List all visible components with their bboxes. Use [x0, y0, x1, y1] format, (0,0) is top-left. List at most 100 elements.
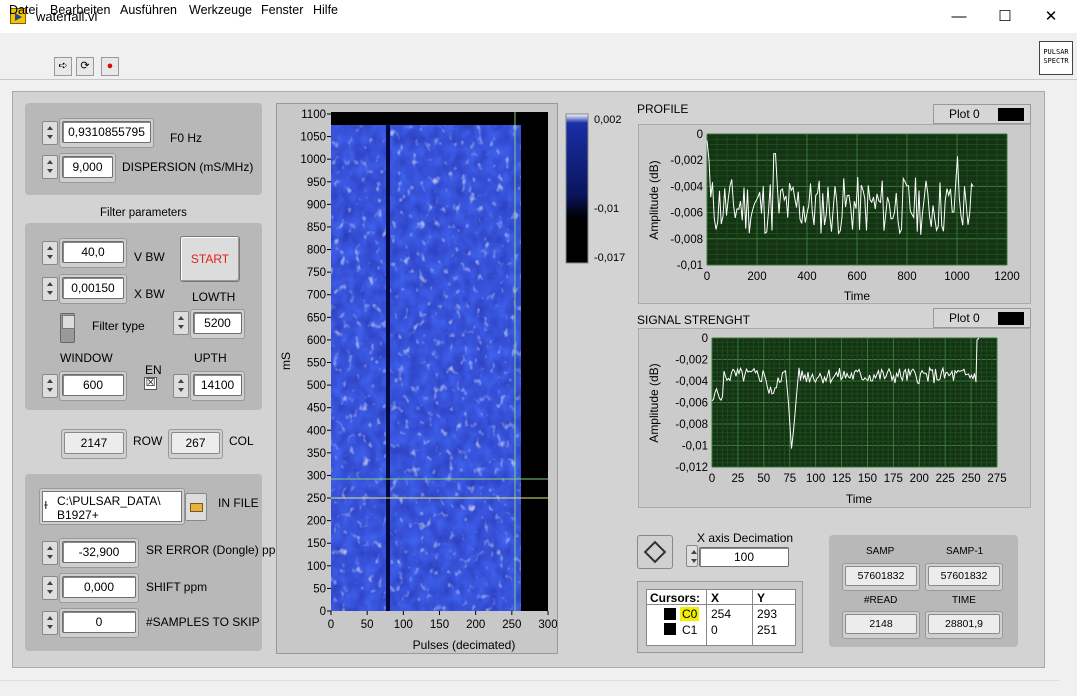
- waterfall-y-tick-label: 1050: [300, 132, 326, 144]
- read-label: #READ: [864, 595, 898, 606]
- cursor-c1-x: 0: [711, 623, 718, 637]
- sg-x-tick-label: 50: [757, 473, 770, 485]
- decimation-spinner[interactable]: [686, 545, 698, 567]
- filter-type-toggle[interactable]: [60, 313, 75, 343]
- waterfall-y-tick-label: 650: [307, 312, 326, 324]
- xbw-label: X BW: [134, 287, 165, 301]
- signal-title: SIGNAL STRENGHT: [637, 313, 750, 327]
- waterfall-y-tick-label: 850: [307, 222, 326, 234]
- waterfall-y-tick-label: 1000: [300, 154, 326, 166]
- en-checkbox[interactable]: ☒: [144, 377, 157, 390]
- sr-error-label: SR ERROR (Dongle) ppm: [146, 543, 286, 557]
- sg-x-tick-label: 125: [832, 473, 851, 485]
- pf-y-tick-label: -0,006: [670, 208, 703, 220]
- upth-spinner[interactable]: [173, 374, 189, 398]
- xbw-spinner[interactable]: [42, 277, 58, 301]
- waterfall-intensity-graph[interactable]: 1100105010009509008508007507006506005505…: [276, 103, 558, 654]
- profile-plot-legend[interactable]: Plot 0: [933, 104, 1031, 124]
- cursors-header: Cursors:: [650, 591, 701, 605]
- xbw-input[interactable]: 0,00150: [62, 277, 124, 299]
- waterfall-y-tick-label: 0: [320, 606, 326, 618]
- window-label: WINDOW: [60, 351, 113, 365]
- minimize-button[interactable]: —: [936, 0, 982, 33]
- menu-datei[interactable]: Datei: [9, 3, 38, 17]
- decimation-label: X axis Decimation: [697, 531, 794, 545]
- vbw-spinner[interactable]: [42, 241, 58, 265]
- signal-strength-chart[interactable]: 0-0,002-0,004-0,006-0,008-0,01-0,0120 25 5…: [638, 328, 1031, 508]
- sg-x-tick-label: 200: [910, 473, 929, 485]
- cursor-c0-y: 293: [757, 607, 778, 621]
- window-input[interactable]: 600: [62, 374, 124, 396]
- vbw-input[interactable]: 40,0: [62, 241, 124, 263]
- f0-input[interactable]: 0,9310855795: [62, 121, 151, 143]
- color-scale-ramp[interactable]: [565, 113, 589, 264]
- waterfall-y-tick-label: 250: [307, 493, 326, 505]
- sr-error-input[interactable]: -32,900: [62, 541, 136, 563]
- row-indicator: 2147: [64, 432, 124, 454]
- menu-werkzeuge[interactable]: Werkzeuge: [189, 3, 252, 17]
- plot-line-style-icon: [998, 108, 1024, 121]
- decimation-input[interactable]: 100: [699, 547, 789, 567]
- cursor-legend[interactable]: Cursors: X Y C0 254 293 C1 0 251: [646, 589, 796, 646]
- menu-hilfe[interactable]: Hilfe: [313, 3, 338, 17]
- dispersion-spinner[interactable]: [42, 155, 58, 179]
- sg-y-tick-label: -0,002: [675, 355, 708, 367]
- close-button[interactable]: ✕: [1028, 0, 1074, 33]
- pf-x-tick-label: 1000: [944, 271, 970, 283]
- vi-logo-line1: PULSAR: [1043, 48, 1069, 56]
- dispersion-input[interactable]: 9,000: [62, 156, 113, 178]
- lowth-input[interactable]: 5200: [193, 312, 242, 334]
- horizontal-scrollbar[interactable]: [0, 680, 1060, 696]
- waterfall-y-tick-label: 1100: [301, 109, 326, 121]
- profile-chart[interactable]: 0-0,002-0,004-0,006-0,008-0,010 200 400 600…: [638, 124, 1031, 304]
- menu-bar: [0, 33, 1077, 53]
- shift-input[interactable]: 0,000: [62, 576, 136, 598]
- color-scale: 0,002 -0,01 -0,017: [565, 113, 625, 264]
- abort-execution-icon[interactable]: ●: [101, 57, 119, 76]
- sr-error-spinner[interactable]: [42, 541, 58, 565]
- waterfall-y-tick-label: 100: [307, 561, 326, 573]
- waterfall-x-tick-label: 300: [538, 619, 557, 631]
- lowth-spinner[interactable]: [173, 311, 189, 335]
- menu-ausfuehren[interactable]: Ausführen: [120, 3, 177, 17]
- infile-path-line2: B1927+: [57, 508, 99, 522]
- menu-fenster[interactable]: Fenster: [261, 3, 303, 17]
- sg-y-tick-label: -0,01: [682, 441, 708, 453]
- run-arrow-icon[interactable]: ➪: [54, 57, 72, 76]
- maximize-button[interactable]: ☐: [982, 0, 1028, 33]
- window-spinner[interactable]: [42, 374, 58, 398]
- waterfall-y-axis-label: mS: [279, 352, 293, 370]
- vertical-scrollbar[interactable]: [1060, 80, 1077, 680]
- color-scale-min-label: -0,017: [594, 252, 625, 264]
- upth-label: UPTH: [194, 351, 227, 365]
- sg-x-tick-label: 0: [709, 473, 715, 485]
- cursor-c1-style-icon[interactable]: [664, 623, 676, 635]
- infile-path-line1: C:\PULSAR_DATA\: [57, 494, 161, 508]
- waterfall-y-tick-label: 750: [307, 267, 326, 279]
- cursor-c1-name[interactable]: C1: [682, 623, 697, 637]
- sg-y-tick-label: 0: [702, 333, 708, 345]
- browse-folder-icon[interactable]: [185, 493, 207, 521]
- cursor-c0-name[interactable]: C0: [680, 607, 700, 621]
- time-indicator: 28801,9: [928, 614, 1000, 634]
- cursor-c0-style-icon[interactable]: [664, 608, 676, 620]
- f0-spinner[interactable]: [42, 121, 58, 145]
- sg-y-tick-label: -0,006: [675, 398, 708, 410]
- run-continuously-icon[interactable]: ⟳: [76, 57, 94, 76]
- cursor-c0-x: 254: [711, 607, 732, 621]
- sg-x-tick-label: 75: [783, 473, 796, 485]
- graph-pan-navigator-icon[interactable]: [637, 535, 673, 569]
- upth-input[interactable]: 14100: [193, 374, 242, 396]
- waterfall-y-tick-label: 950: [307, 177, 326, 189]
- en-label: EN: [145, 363, 162, 377]
- profile-x-axis-label: Time: [844, 289, 871, 303]
- skip-spinner[interactable]: [42, 611, 58, 635]
- infile-label: IN FILE: [218, 496, 259, 510]
- skip-input[interactable]: 0: [62, 611, 136, 633]
- signal-y-axis-label: Amplitude (dB): [647, 363, 661, 442]
- shift-spinner[interactable]: [42, 576, 58, 600]
- samp1-label: SAMP-1: [946, 546, 984, 557]
- menu-bearbeiten[interactable]: Bearbeiten: [50, 3, 110, 17]
- start-button[interactable]: START: [180, 236, 240, 282]
- signal-plot-legend[interactable]: Plot 0: [933, 308, 1031, 328]
